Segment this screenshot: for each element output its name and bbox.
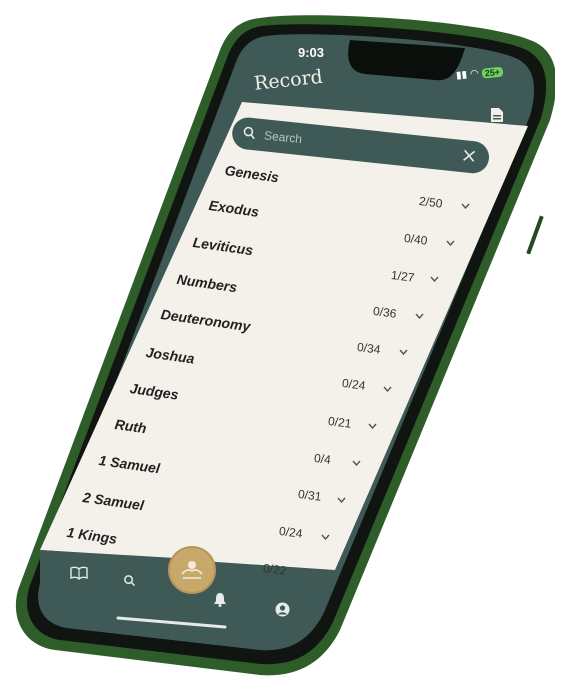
book-count: 0/22 [262, 561, 288, 578]
book-joshua[interactable]: Joshua [145, 344, 196, 367]
chevron-down-icon[interactable] [306, 572, 315, 578]
book-deuteronomy[interactable]: Deuteronomy [160, 306, 252, 334]
clear-icon[interactable] [463, 149, 476, 162]
book-2-samuel[interactable]: 2 Samuel [82, 489, 145, 513]
chevron-down-icon[interactable] [383, 386, 392, 392]
chevron-down-icon[interactable] [446, 240, 455, 246]
book-leviticus[interactable]: Leviticus [192, 234, 254, 258]
document-icon[interactable] [490, 107, 504, 123]
book-exodus[interactable]: Exodus [208, 197, 260, 220]
book-count: 0/24 [278, 524, 304, 541]
book-count: 2/50 [418, 194, 444, 211]
home-icon [181, 561, 203, 579]
book-genesis[interactable]: Genesis [224, 162, 280, 185]
book-ruth[interactable]: Ruth [114, 416, 148, 436]
signal-icon: ▮▮ [455, 69, 468, 82]
chevron-down-icon[interactable] [321, 534, 330, 540]
chevron-down-icon[interactable] [352, 460, 361, 466]
search-icon[interactable] [123, 574, 136, 587]
search-input[interactable] [261, 125, 457, 166]
book-count: 0/24 [341, 376, 367, 393]
chevron-down-icon[interactable] [415, 313, 424, 319]
search-bar[interactable] [230, 116, 491, 175]
status-time: 9:03 [298, 45, 325, 60]
book-count: 0/4 [313, 451, 332, 467]
chevron-down-icon[interactable] [399, 349, 408, 355]
book-count: 0/36 [372, 304, 398, 321]
wifi-icon: ◠ [469, 68, 480, 80]
profile-icon[interactable] [275, 602, 290, 617]
book-icon[interactable] [70, 566, 88, 580]
search-icon [243, 126, 255, 140]
book-count: 0/40 [403, 231, 429, 248]
book-count: 0/31 [297, 487, 323, 504]
status-icons: ▮▮ ◠ 25+ [455, 66, 504, 82]
book-count: 0/34 [356, 340, 382, 357]
book-judges[interactable]: Judges [129, 380, 180, 403]
page-title: Record [253, 65, 324, 95]
home-button[interactable] [168, 546, 216, 594]
battery-icon: 25+ [481, 66, 504, 79]
chevron-down-icon[interactable] [430, 276, 439, 282]
bell-icon[interactable] [213, 592, 227, 607]
book-count: 0/21 [327, 414, 353, 431]
phone: 9:03 ▮▮ ◠ 25+ Record Genesis Exodus [10, 10, 555, 680]
chevron-down-icon[interactable] [337, 497, 346, 503]
book-numbers[interactable]: Numbers [176, 271, 238, 295]
book-1-kings[interactable]: 1 Kings [66, 524, 118, 547]
book-count: 1/27 [390, 268, 416, 285]
book-1-samuel[interactable]: 1 Samuel [98, 452, 161, 476]
chevron-down-icon[interactable] [368, 423, 377, 429]
chevron-down-icon[interactable] [461, 203, 470, 209]
